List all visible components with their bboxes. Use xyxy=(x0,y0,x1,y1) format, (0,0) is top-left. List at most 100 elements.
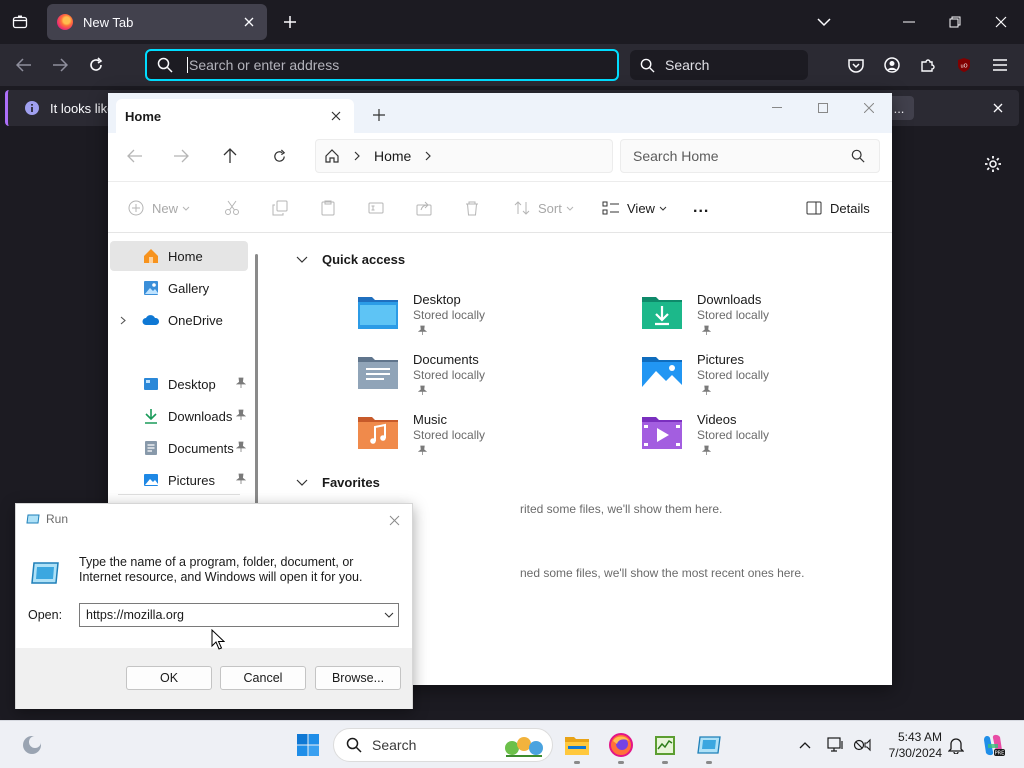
explorer-breadcrumb[interactable]: Home xyxy=(315,139,613,173)
sort-button[interactable]: Sort xyxy=(514,194,574,222)
reload-button[interactable] xyxy=(81,50,111,80)
folder-tile-downloads[interactable]: Downloads Stored locally xyxy=(640,289,900,345)
copy-button[interactable] xyxy=(272,194,288,222)
explorer-tab-home[interactable]: Home xyxy=(116,99,354,133)
folder-tile-documents[interactable]: Documents Stored locally xyxy=(356,349,616,405)
explorer-up-button[interactable] xyxy=(215,141,245,171)
explorer-minimize-button[interactable] xyxy=(754,93,800,123)
folder-tile-desktop[interactable]: Desktop Stored locally xyxy=(356,289,616,345)
nav-item-pictures[interactable]: Pictures xyxy=(110,465,248,495)
address-bar[interactable]: Search or enter address xyxy=(145,49,619,81)
taskbar-task-manager[interactable] xyxy=(649,729,681,764)
back-button[interactable] xyxy=(9,50,39,80)
view-button[interactable]: View xyxy=(602,194,667,222)
close-icon xyxy=(389,515,399,525)
firefox-view-button[interactable] xyxy=(0,0,40,44)
close-window-button[interactable] xyxy=(978,0,1024,44)
browse-button[interactable]: Browse... xyxy=(315,666,401,690)
chevron-down-icon[interactable] xyxy=(384,609,394,621)
nav-item-documents[interactable]: Documents xyxy=(110,433,248,463)
taskbar-search-box[interactable]: Search xyxy=(333,728,553,762)
refresh-icon xyxy=(273,149,285,162)
open-combobox[interactable]: https://mozilla.org xyxy=(79,603,399,627)
show-hidden-icons-button[interactable] xyxy=(794,734,816,756)
explorer-forward-button[interactable] xyxy=(166,141,196,171)
run-close-button[interactable] xyxy=(384,510,404,530)
ok-button[interactable]: OK xyxy=(126,666,212,690)
network-volume-tray-button[interactable] xyxy=(851,734,873,756)
explorer-back-button[interactable] xyxy=(120,141,150,171)
browser-tab-new-tab[interactable]: New Tab xyxy=(47,4,267,40)
extensions-button[interactable] xyxy=(913,50,943,80)
pin-icon[interactable] xyxy=(236,441,246,453)
cut-button[interactable] xyxy=(224,194,240,222)
widgets-button[interactable] xyxy=(16,729,48,761)
rename-button[interactable] xyxy=(368,194,384,222)
restore-button[interactable] xyxy=(932,0,978,44)
delete-button[interactable] xyxy=(464,194,480,222)
cancel-button[interactable]: Cancel xyxy=(220,666,306,690)
taskbar-file-explorer[interactable] xyxy=(561,729,593,764)
nav-item-desktop[interactable]: Desktop xyxy=(110,369,248,399)
explorer-title-bar: Home xyxy=(108,93,892,133)
search-bar[interactable]: Search xyxy=(630,50,808,80)
notifications-button[interactable] xyxy=(945,734,967,756)
notification-close-button[interactable] xyxy=(988,98,1008,118)
chevron-down-icon[interactable] xyxy=(296,256,308,263)
display-tray-button[interactable] xyxy=(825,734,847,756)
nav-item-onedrive[interactable]: OneDrive xyxy=(110,305,248,335)
see-more-button[interactable]: ... xyxy=(693,194,709,222)
favorites-header[interactable]: Favorites xyxy=(296,475,380,490)
details-pane-button[interactable]: Details xyxy=(806,194,870,222)
pin-icon[interactable] xyxy=(236,377,246,389)
downloads-icon xyxy=(142,407,160,425)
folder-status: Stored locally xyxy=(697,428,770,442)
minimize-button[interactable] xyxy=(886,0,932,44)
start-button[interactable] xyxy=(292,729,324,761)
taskbar-clock[interactable]: 5:43 AM 7/30/2024 xyxy=(872,729,942,761)
explorer-refresh-button[interactable] xyxy=(264,141,294,171)
app-menu-button[interactable] xyxy=(985,50,1015,80)
chevron-right-icon[interactable] xyxy=(120,316,126,325)
explorer-close-button[interactable] xyxy=(846,93,892,123)
ublock-button[interactable]: uO xyxy=(949,50,979,80)
taskbar-firefox[interactable] xyxy=(605,729,637,764)
explorer-search-input[interactable]: Search Home xyxy=(620,139,880,173)
pocket-button[interactable] xyxy=(841,50,871,80)
open-input-value[interactable]: https://mozilla.org xyxy=(86,608,184,622)
pin-icon[interactable] xyxy=(236,473,246,485)
paste-button[interactable] xyxy=(320,194,336,222)
run-button-row: OK Cancel Browse... xyxy=(16,648,412,709)
pin-icon[interactable] xyxy=(236,409,246,421)
taskbar-run[interactable] xyxy=(693,729,725,764)
folder-tile-music[interactable]: Music Stored locally xyxy=(356,409,616,465)
account-button[interactable] xyxy=(877,50,907,80)
folder-name: Documents xyxy=(413,352,479,367)
folder-tile-videos[interactable]: Videos Stored locally xyxy=(640,409,900,465)
navigation-scrollbar[interactable] xyxy=(255,254,258,514)
home-icon xyxy=(142,247,160,265)
explorer-new-tab-button[interactable] xyxy=(367,103,391,127)
account-icon xyxy=(884,57,900,73)
new-tab-button[interactable] xyxy=(276,8,304,36)
share-button[interactable] xyxy=(416,194,432,222)
nav-item-label: Documents xyxy=(168,440,234,456)
close-explorer-tab-button[interactable] xyxy=(324,104,348,128)
nav-item-label: Downloads xyxy=(168,408,233,424)
personalize-new-tab-button[interactable] xyxy=(980,151,1006,177)
new-button[interactable]: New xyxy=(128,194,190,222)
folder-tile-pictures[interactable]: Pictures Stored locally xyxy=(640,349,900,405)
nav-item-gallery[interactable]: Gallery xyxy=(110,273,248,303)
list-all-tabs-button[interactable] xyxy=(810,8,838,36)
explorer-maximize-button[interactable] xyxy=(800,93,846,123)
breadcrumb-home[interactable]: Home xyxy=(374,148,411,164)
copilot-button[interactable]: PRE xyxy=(980,732,1006,758)
chevron-down-icon[interactable] xyxy=(296,479,308,486)
nav-item-home[interactable]: Home xyxy=(110,241,248,271)
forward-button[interactable] xyxy=(45,50,75,80)
windows-logo-icon xyxy=(297,734,319,756)
close-tab-button[interactable] xyxy=(241,14,257,30)
quick-access-header[interactable]: Quick access xyxy=(296,252,405,267)
nav-item-downloads[interactable]: Downloads xyxy=(110,401,248,431)
pictures-folder-icon xyxy=(642,357,682,389)
